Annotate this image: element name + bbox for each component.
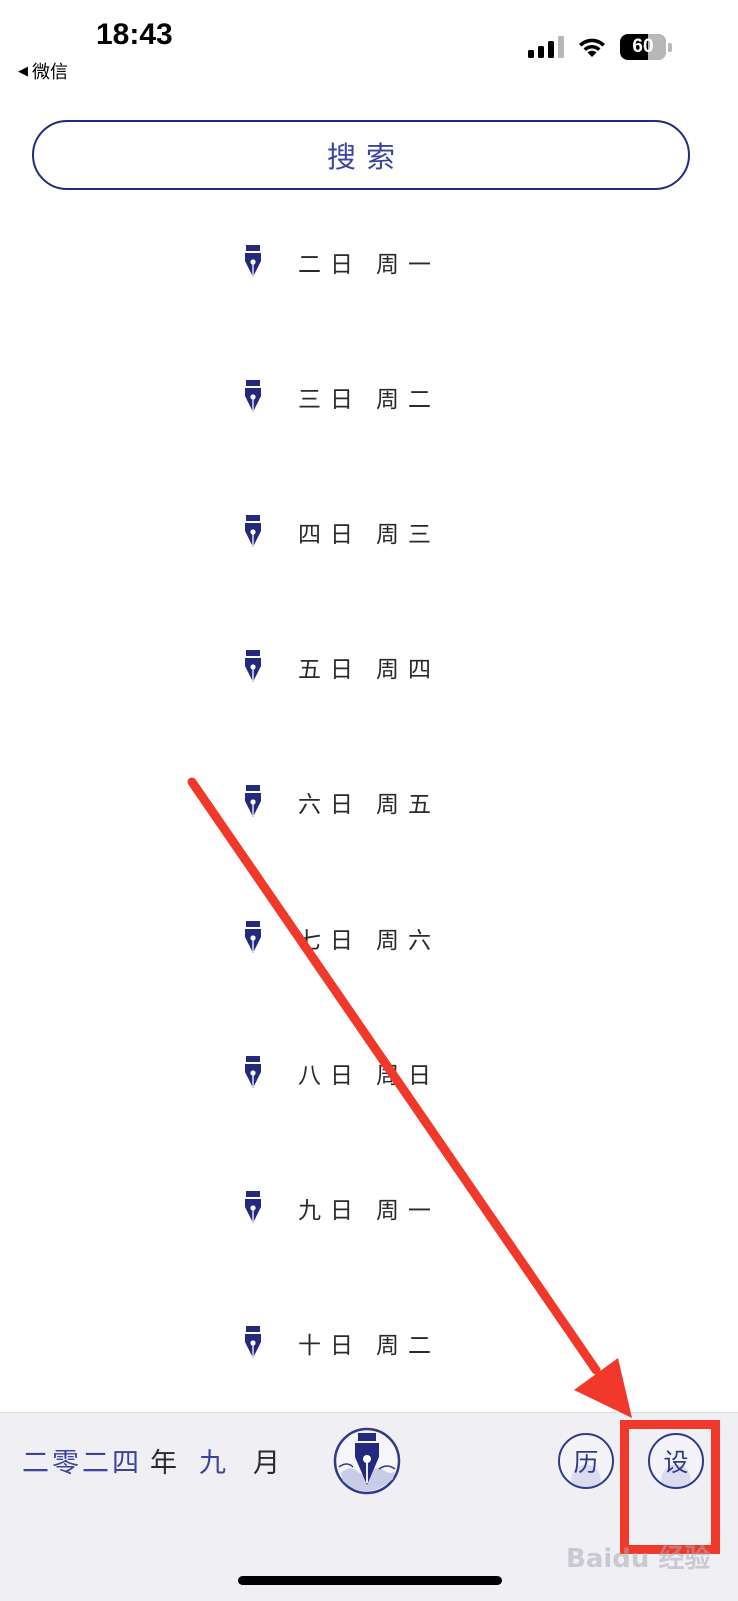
fountain-pen-nib-icon (245, 650, 261, 682)
date-day: 七日 (298, 928, 362, 954)
date-weekday: 周日 (376, 1063, 440, 1089)
fountain-pen-nib-icon (245, 380, 261, 412)
date-weekday: 周二 (376, 1333, 440, 1359)
year-value: 二零二四 (22, 1448, 142, 1479)
date-row[interactable]: 九日 周一 (240, 1188, 440, 1228)
date-row[interactable]: 二日 周一 (240, 242, 440, 282)
fountain-pen-emblem-icon[interactable] (333, 1427, 401, 1495)
date-row[interactable]: 五日 周四 (240, 647, 440, 687)
date-day: 三日 (298, 387, 362, 413)
date-day: 十日 (298, 1333, 362, 1359)
date-list: 二日 周一 三日 周二 四日 周三 五日 周四 六日 周五 七日 周六 八日 周… (0, 0, 738, 1410)
date-day: 五日 (298, 657, 362, 683)
date-row[interactable]: 六日 周五 (240, 782, 440, 822)
date-row[interactable]: 八日 周日 (240, 1053, 440, 1093)
fountain-pen-nib-icon (245, 1191, 261, 1223)
date-day: 二日 (298, 252, 362, 278)
home-indicator[interactable] (238, 1576, 502, 1585)
date-day: 四日 (298, 522, 362, 548)
fountain-pen-nib-icon (245, 921, 261, 953)
settings-label: 设 (663, 1448, 689, 1477)
fountain-pen-nib-icon (245, 785, 261, 817)
bottom-bar: 二零二四 年 九 月 历 设 (0, 1412, 738, 1601)
month-value: 九 (199, 1448, 229, 1479)
history-button[interactable]: 历 (558, 1433, 614, 1489)
date-weekday: 周三 (376, 522, 440, 548)
settings-button[interactable]: 设 (648, 1433, 704, 1489)
history-label: 历 (573, 1448, 599, 1477)
date-row[interactable]: 三日 周二 (240, 377, 440, 417)
year-unit: 年 (150, 1448, 177, 1479)
date-row[interactable]: 四日 周三 (240, 512, 440, 552)
date-weekday: 周一 (376, 252, 440, 278)
date-weekday: 周五 (376, 792, 440, 818)
date-day: 六日 (298, 792, 362, 818)
fountain-pen-nib-icon (245, 515, 261, 547)
date-day: 九日 (298, 1198, 362, 1224)
fountain-pen-nib-icon (245, 245, 261, 277)
date-weekday: 周四 (376, 657, 440, 683)
fountain-pen-nib-icon (245, 1056, 261, 1088)
date-row[interactable]: 十日 周二 (240, 1323, 440, 1363)
date-weekday: 周二 (376, 387, 440, 413)
date-weekday: 周一 (376, 1198, 440, 1224)
fountain-pen-nib-icon (245, 1326, 261, 1358)
date-weekday: 周六 (376, 928, 440, 954)
year-month-selector[interactable]: 二零二四 年 九 月 (22, 1441, 280, 1480)
month-unit: 月 (253, 1448, 280, 1479)
date-row[interactable]: 七日 周六 (240, 918, 440, 958)
date-day: 八日 (298, 1063, 362, 1089)
